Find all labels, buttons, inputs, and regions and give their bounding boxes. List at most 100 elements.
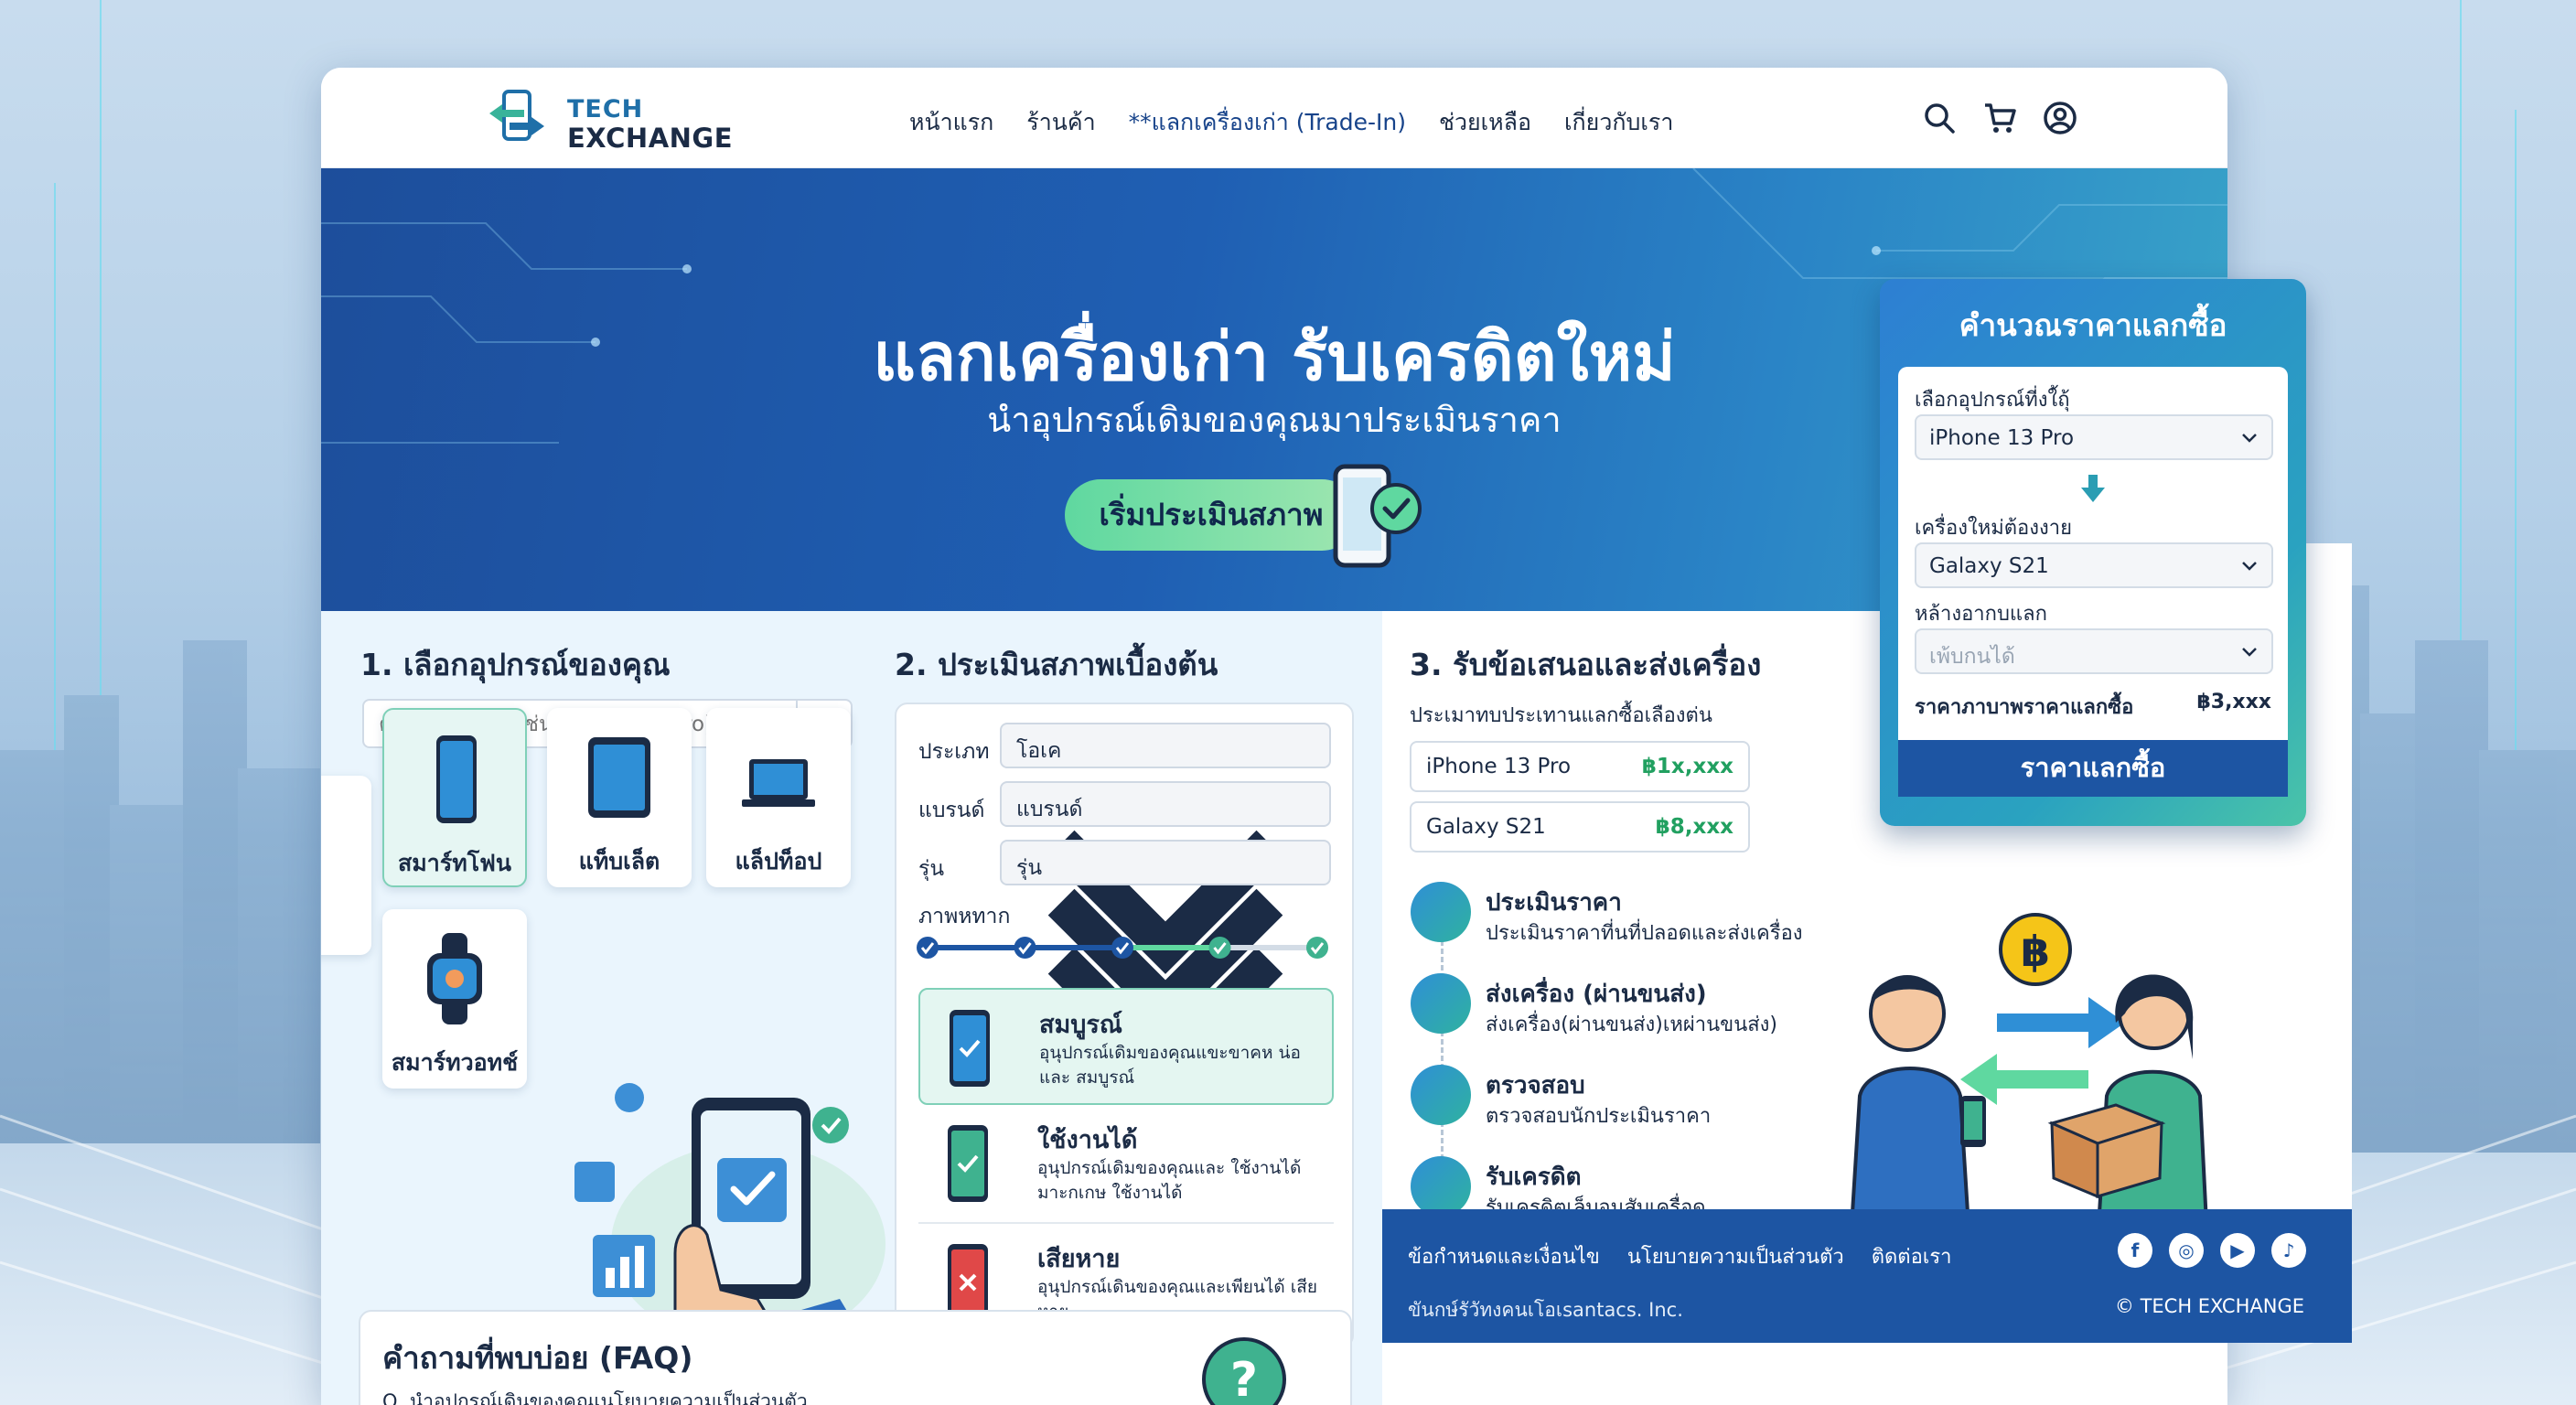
condition-usable[interactable]: ใช้งานได้ อุนุปกรณ์เดิมของคุณและ ใช้งานไ… <box>918 1105 1334 1222</box>
step-title: ประเมินราคา <box>1486 889 1622 917</box>
nav-about[interactable]: เกี่ยวกับเรา <box>1564 104 1673 135</box>
device-label: แล็ปท็อป <box>735 848 822 874</box>
result-label: ราคาภาบาพราคาแลกซื้อ <box>1915 696 2134 719</box>
main-nav: หน้าแรก ร้านค้า **แลกเครื่องเก่า (Trade-… <box>909 104 1673 135</box>
device-card-smartphone-1[interactable] <box>321 776 371 955</box>
extra-placeholder: เพ้บกนได้ <box>1929 645 2015 669</box>
condition-title: เสียหาย <box>1037 1245 1121 1273</box>
smartwatch-icon <box>427 933 482 1024</box>
device-card-laptop[interactable]: แล็ปท็อป <box>706 708 851 887</box>
calculate-button[interactable]: ราคาแลกซื้อ <box>1898 740 2288 797</box>
device-card-smartwatch[interactable]: สมาร์ทวอทช์ <box>382 909 527 1089</box>
phone-approval-illustration <box>574 1083 886 1345</box>
logo-text-bottom: EXCHANGE <box>567 123 734 154</box>
instagram-icon[interactable]: ◎ <box>2169 1233 2204 1268</box>
assessment-progress <box>917 937 1328 959</box>
site-header: TECH EXCHANGE หน้าแรก ร้านค้า **แลกเครื่… <box>321 68 2227 168</box>
device-card-tablet[interactable]: แท็บเล็ต <box>547 708 692 887</box>
model-select[interactable]: รุ่น <box>1000 840 1331 1091</box>
logo-text-top: TECH <box>567 95 644 123</box>
model-value: รุ่น <box>1016 856 1043 880</box>
tiktok-icon[interactable]: ♪ <box>2271 1233 2306 1268</box>
condition-title: สมบูรณ์ <box>1039 1011 1122 1039</box>
brand-value: แบรนด์ <box>1016 798 1083 821</box>
nav-trade-in[interactable]: **แลกเครื่องเก่า (Trade-In) <box>1129 104 1406 135</box>
type-value: โอเค <box>1016 739 1062 763</box>
step-title: รับเครดิต <box>1486 1164 1582 1191</box>
youtube-icon[interactable]: ▶ <box>2220 1233 2255 1268</box>
svg-text:฿: ฿ <box>2021 927 2050 976</box>
step-desc: ตรวจสอบนักประเมินราคา <box>1486 1105 1712 1128</box>
current-device-select[interactable]: iPhone 13 Pro <box>1915 414 2273 460</box>
offer-price: ฿1x,xxx <box>1641 755 1733 778</box>
faq-section: คำถามที่พบบ่อย (FAQ) Q. นำอุปกรณ์เดินของ… <box>359 1310 1352 1405</box>
facebook-icon[interactable]: f <box>2118 1233 2152 1268</box>
phone-check-icon <box>948 1125 988 1202</box>
smartphone-icon <box>436 735 477 823</box>
type-select[interactable]: โอเค <box>1000 723 1331 974</box>
brand-label: แบรนด์ <box>918 799 985 822</box>
new-device-select[interactable]: Galaxy S21 <box>1915 542 2273 588</box>
trade-exchange-illustration: ฿ <box>1848 913 2210 1242</box>
faq-title: คำถามที่พบบ่อย (FAQ) <box>382 1340 693 1376</box>
faq-question[interactable]: Q. นำอุปกรณ์เดินของคุณเนโยบายความเป็นส่ว… <box>382 1387 808 1405</box>
model-label: รุ่น <box>918 857 945 881</box>
new-device-label: เครื่องใหม่ต้องงาย <box>1915 517 2072 540</box>
exterior-label: ภาพหทาก <box>918 905 1011 928</box>
offer-item: iPhone 13 Pro ฿1x,xxx <box>1410 741 1750 792</box>
extra-label: หล้างอากบแลก <box>1915 603 2047 626</box>
nav-shop[interactable]: ร้านค้า <box>1026 104 1095 135</box>
step3-title: 3. รับข้อเสนอและส่งเครื่อง <box>1410 647 1762 682</box>
step1-title: 1. เลือกอุปกรณ์ของคุณ <box>360 647 671 682</box>
assessment-panel: ประเภท โอเค แบรนด์ แบรนด์ รุ่น รุ่น ภาพห… <box>895 702 1354 1348</box>
device-label: สมาร์ทโฟน <box>398 850 511 876</box>
chevron-down-icon <box>2242 434 2257 443</box>
calculator-form: เลือกอุปกรณ์ที่งใ้ถุ้ iPhone 13 Pro เครื… <box>1898 367 2288 740</box>
chevron-down-icon <box>2242 648 2257 657</box>
condition-title: ใช้งานได้ <box>1037 1126 1138 1154</box>
condition-perfect[interactable]: สมบูรณ์ อุนุปกรณ์เดิมของคุณแขะขาคห น่อแล… <box>918 988 1334 1105</box>
extra-select[interactable]: เพ้บกนได้ <box>1915 628 2273 674</box>
step3-subtitle: ประเมาทบประเทานแลกซื้อเลืองต่น <box>1410 704 1712 727</box>
logo[interactable]: TECH EXCHANGE <box>488 86 733 154</box>
svg-text:?: ? <box>1230 1353 1258 1405</box>
clipboard-icon <box>1411 1065 1471 1125</box>
footer-link-contact[interactable]: ติดต่อเรา <box>1872 1240 1952 1272</box>
site-footer: ข้อกำหนดและเงื่อนไข นโยบายความเป็นส่วนตั… <box>1382 1209 2352 1343</box>
device-label: สมาร์ทวอทช์ <box>391 1049 519 1076</box>
credit-hand-icon <box>1411 1156 1471 1217</box>
offer-name: iPhone 13 Pro <box>1426 755 1572 778</box>
device-label: แท็บเล็ต <box>578 848 660 874</box>
footer-copyright: © TECH EXCHANGE <box>2114 1295 2304 1317</box>
search-icon[interactable] <box>1922 101 1957 135</box>
step2-title: 2. ประเมินสภาพเบื้องต้น <box>895 647 1218 682</box>
phone-check-icon <box>950 1010 990 1087</box>
step-title: ตรวจสอบ <box>1486 1072 1585 1099</box>
logo-icon <box>489 90 544 141</box>
nav-home[interactable]: หน้าแรก <box>909 104 993 135</box>
condition-desc: อุนุปกรณ์เดิมของคุณแขะขาคห น่อและ สมบูรณ… <box>1039 1043 1301 1088</box>
start-assessment-button[interactable]: เริ่มประเมินสภาพ <box>1065 479 1358 551</box>
progress-step-dot <box>1014 937 1036 959</box>
brand-select[interactable]: แบรนด์ <box>1000 781 1331 1033</box>
device-card-smartphone[interactable]: สมาร์ทโฟน <box>382 708 527 887</box>
laptop-icon <box>742 759 815 807</box>
receipt-icon <box>1411 882 1471 942</box>
footer-link-terms[interactable]: ข้อกำหนดและเงื่อนไข <box>1408 1240 1600 1272</box>
footer-link-privacy[interactable]: นโยบายความเป็นส่วนตัว <box>1627 1240 1844 1272</box>
trade-in-calculator: คำนวณราคาแลกซื้อ เลือกอุปกรณ์ที่งใ้ถุ้ i… <box>1880 279 2306 826</box>
step-desc: ประเมินราคาที่นที่ปลอดและส่งเครื่อง <box>1486 922 1803 945</box>
user-icon[interactable] <box>2043 101 2077 135</box>
result-value: ฿3,xxx <box>2196 691 2271 713</box>
step-title: ส่งเครื่อง (ผ่านขนส่ง) <box>1486 981 1707 1008</box>
current-device-value: iPhone 13 Pro <box>1929 426 2075 450</box>
chevron-down-icon <box>2242 562 2257 571</box>
progress-step-dot <box>1111 937 1133 959</box>
arrow-down-icon <box>2081 475 2105 502</box>
offer-name: Galaxy S21 <box>1426 815 1546 839</box>
calculator-title: คำนวณราคาแลกซื้อ <box>1959 307 2227 343</box>
progress-step-dot <box>1208 937 1231 959</box>
offer-item: Galaxy S21 ฿8,xxx <box>1410 801 1750 853</box>
nav-help[interactable]: ช่วยเหลือ <box>1439 104 1531 135</box>
cart-icon[interactable] <box>1982 101 2017 135</box>
